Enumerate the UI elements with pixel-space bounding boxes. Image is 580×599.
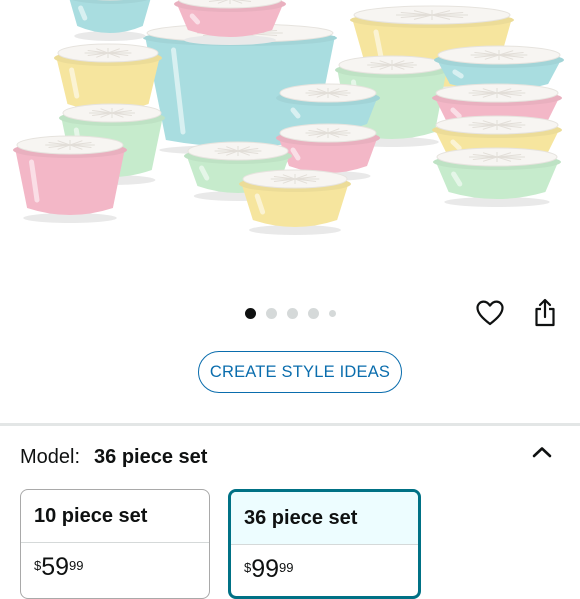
price-whole: 59 xyxy=(41,553,70,581)
option-title: 10 piece set xyxy=(34,504,148,527)
carousel-dot[interactable] xyxy=(265,307,277,319)
variation-option-36-piece[interactable]: 36 piece set $ 99 99 xyxy=(228,489,421,599)
create-style-ideas-label: CREATE STYLE IDEAS xyxy=(209,362,391,381)
price-whole: 99 xyxy=(251,555,280,583)
carousel-dot[interactable] xyxy=(244,307,256,319)
option-title: 36 piece set xyxy=(244,506,358,529)
chevron-up-icon xyxy=(532,447,552,458)
price-currency: $ xyxy=(34,558,42,573)
price-fraction: 99 xyxy=(69,558,84,573)
price-currency: $ xyxy=(244,560,252,575)
section-divider xyxy=(0,423,580,426)
bowl-highlight xyxy=(452,69,464,79)
carousel-dot[interactable] xyxy=(307,307,319,319)
variation-label: Model: xyxy=(20,445,81,468)
share-icon xyxy=(535,298,555,327)
variation-selected-value: 36 piece set xyxy=(94,445,208,468)
bowl-body xyxy=(69,0,151,33)
wishlist-button[interactable] xyxy=(473,296,507,330)
bowl-body xyxy=(15,148,125,215)
carousel-dot[interactable] xyxy=(328,309,336,317)
option-price: $ 99 99 xyxy=(231,545,418,582)
carousel-dot[interactable] xyxy=(286,307,298,319)
share-button[interactable] xyxy=(528,296,562,330)
variation-option-10-piece[interactable]: 10 piece set $ 59 99 xyxy=(20,489,210,599)
create-style-ideas-button[interactable]: CREATE STYLE IDEAS xyxy=(198,351,402,393)
heart-icon xyxy=(476,300,504,326)
product-photo-bowls xyxy=(13,0,564,235)
product-image[interactable] xyxy=(0,0,580,290)
collapse-button[interactable] xyxy=(528,438,556,466)
option-price: $ 59 99 xyxy=(21,543,209,580)
price-fraction: 99 xyxy=(279,560,294,575)
variation-header: Model: 36 piece set xyxy=(20,443,207,471)
